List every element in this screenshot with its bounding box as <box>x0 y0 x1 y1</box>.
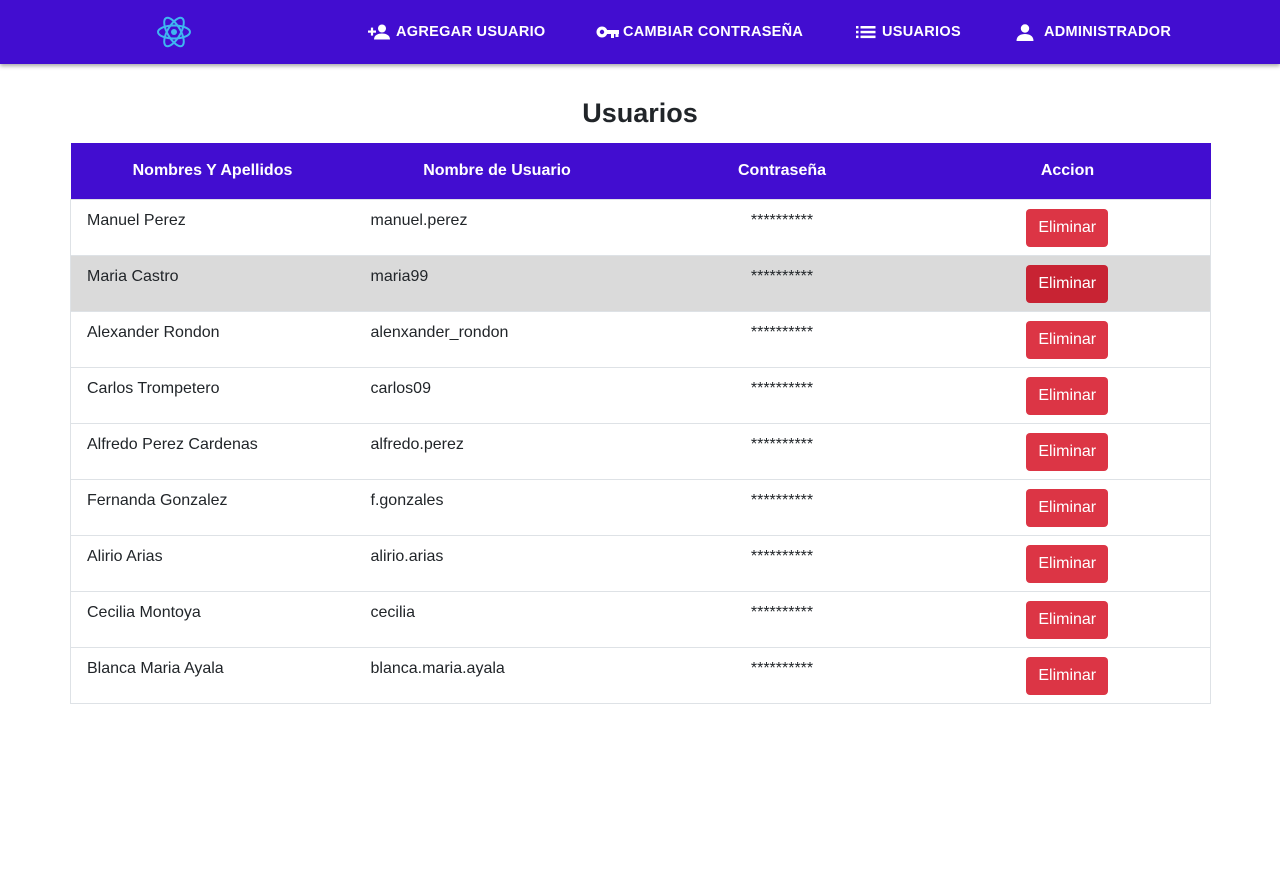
cell-action: Eliminar <box>924 422 1211 480</box>
cell-username: alenxander_rondon <box>354 310 640 368</box>
cell-username: f.gonzales <box>354 478 640 536</box>
table-row: Manuel Perez manuel.perez ********** Eli… <box>70 198 1211 256</box>
delete-button[interactable]: Eliminar <box>1026 656 1109 695</box>
cell-username: carlos09 <box>354 366 640 424</box>
delete-button[interactable]: Eliminar <box>1026 488 1109 527</box>
cell-action: Eliminar <box>924 254 1211 312</box>
person-add-icon <box>368 24 390 40</box>
nav-administrador-label: ADMINISTRADOR <box>1044 24 1172 40</box>
cell-username: manuel.perez <box>354 198 640 256</box>
cell-password: ********** <box>639 478 925 536</box>
table-row: Alirio Arias alirio.arias ********** Eli… <box>70 534 1211 592</box>
cell-name: Alirio Arias <box>70 534 355 592</box>
key-icon <box>596 25 619 39</box>
header-nombres: Nombres Y Apellidos <box>70 143 355 199</box>
cell-action: Eliminar <box>924 534 1211 592</box>
person-icon <box>1016 23 1034 41</box>
nav-agregar-usuario[interactable]: AGREGAR USUARIO <box>368 0 546 64</box>
users-table-container: Nombres Y Apellidos Nombre de Usuario Co… <box>70 143 1211 704</box>
cell-action: Eliminar <box>924 310 1211 368</box>
list-icon <box>856 25 876 39</box>
header-accion: Accion <box>924 143 1211 199</box>
table-row: Alexander Rondon alenxander_rondon *****… <box>70 310 1211 368</box>
delete-button[interactable]: Eliminar <box>1026 208 1109 247</box>
cell-username: blanca.maria.ayala <box>354 646 640 704</box>
cell-username: maria99 <box>354 254 640 312</box>
cell-name: Fernanda Gonzalez <box>70 478 355 536</box>
cell-name: Carlos Trompetero <box>70 366 355 424</box>
cell-password: ********** <box>639 198 925 256</box>
header-contrasena: Contraseña <box>639 143 925 199</box>
cell-password: ********** <box>639 590 925 648</box>
cell-name: Alexander Rondon <box>70 310 355 368</box>
nav-agregar-usuario-label: AGREGAR USUARIO <box>396 24 546 40</box>
table-row: Maria Castro maria99 ********** Eliminar <box>70 254 1211 312</box>
cell-password: ********** <box>639 310 925 368</box>
cell-username: alfredo.perez <box>354 422 640 480</box>
cell-password: ********** <box>639 534 925 592</box>
cell-password: ********** <box>639 366 925 424</box>
table-row: Fernanda Gonzalez f.gonzales ********** … <box>70 478 1211 536</box>
table-row: Alfredo Perez Cardenas alfredo.perez ***… <box>70 422 1211 480</box>
cell-name: Alfredo Perez Cardenas <box>70 422 355 480</box>
cell-username: cecilia <box>354 590 640 648</box>
nav-cambiar-contrasena[interactable]: CAMBIAR CONTRASEÑA <box>596 0 803 64</box>
atom-logo-icon[interactable] <box>155 13 193 51</box>
table-row: Cecilia Montoya cecilia ********** Elimi… <box>70 590 1211 648</box>
cell-name: Blanca Maria Ayala <box>70 646 355 704</box>
cell-action: Eliminar <box>924 590 1211 648</box>
cell-name: Maria Castro <box>70 254 355 312</box>
table-header-row: Nombres Y Apellidos Nombre de Usuario Co… <box>70 143 1211 199</box>
cell-action: Eliminar <box>924 198 1211 256</box>
delete-button[interactable]: Eliminar <box>1026 376 1109 415</box>
nav-usuarios-label: USUARIOS <box>882 24 961 40</box>
delete-button[interactable]: Eliminar <box>1026 544 1109 583</box>
nav-administrador[interactable]: ADMINISTRADOR <box>1016 0 1171 64</box>
nav-cambiar-contrasena-label: CAMBIAR CONTRASEÑA <box>623 24 804 40</box>
cell-action: Eliminar <box>924 646 1211 704</box>
cell-password: ********** <box>639 254 925 312</box>
cell-username: alirio.arias <box>354 534 640 592</box>
page-title: Usuarios <box>582 98 698 128</box>
delete-button[interactable]: Eliminar <box>1026 600 1109 639</box>
cell-password: ********** <box>639 422 925 480</box>
users-table: Nombres Y Apellidos Nombre de Usuario Co… <box>70 143 1211 704</box>
cell-action: Eliminar <box>924 366 1211 424</box>
header-usuario: Nombre de Usuario <box>354 143 640 199</box>
table-row: Carlos Trompetero carlos09 ********** El… <box>70 366 1211 424</box>
delete-button[interactable]: Eliminar <box>1026 432 1109 471</box>
cell-action: Eliminar <box>924 478 1211 536</box>
top-navbar: AGREGAR USUARIO CAMBIAR CONTRASEÑA USUAR… <box>0 0 1280 64</box>
nav-usuarios[interactable]: USUARIOS <box>856 0 961 64</box>
table-row: Blanca Maria Ayala blanca.maria.ayala **… <box>70 646 1211 704</box>
delete-button[interactable]: Eliminar <box>1026 264 1109 303</box>
cell-name: Manuel Perez <box>70 198 355 256</box>
cell-name: Cecilia Montoya <box>70 590 355 648</box>
cell-password: ********** <box>639 646 925 704</box>
delete-button[interactable]: Eliminar <box>1026 320 1109 359</box>
